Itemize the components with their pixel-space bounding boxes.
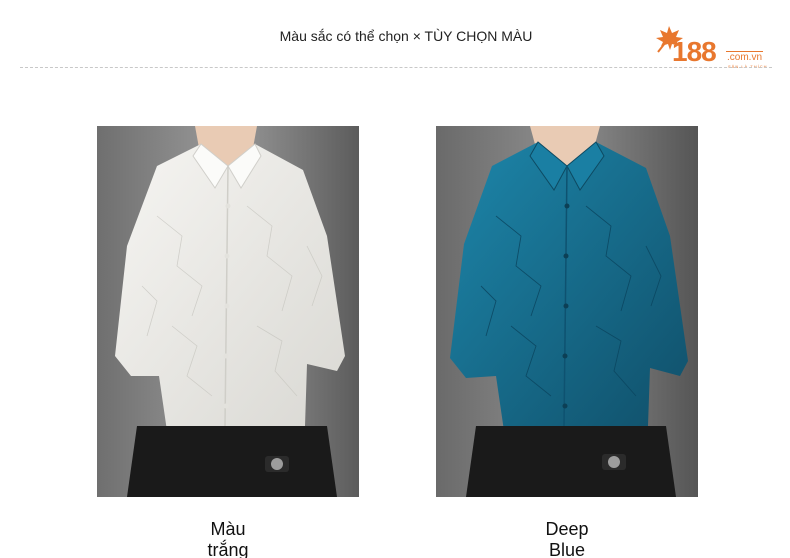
color-label-deep-blue: Deep Blue: [545, 519, 589, 558]
product-card-white[interactable]: Màu trắng: [97, 126, 359, 558]
logo-number: 188: [672, 36, 717, 67]
white-shirt-image[interactable]: [97, 126, 359, 497]
color-label-white: Màu trắng: [207, 519, 249, 558]
brand-logo[interactable]: 188 .com.vn SĂN LÀ THÍCH: [652, 24, 772, 72]
logo-domain: .com.vn: [726, 51, 764, 63]
deep-blue-shirt-image[interactable]: [436, 126, 698, 497]
product-card-deep-blue[interactable]: Deep Blue: [436, 126, 698, 558]
header-divider: [20, 67, 772, 68]
